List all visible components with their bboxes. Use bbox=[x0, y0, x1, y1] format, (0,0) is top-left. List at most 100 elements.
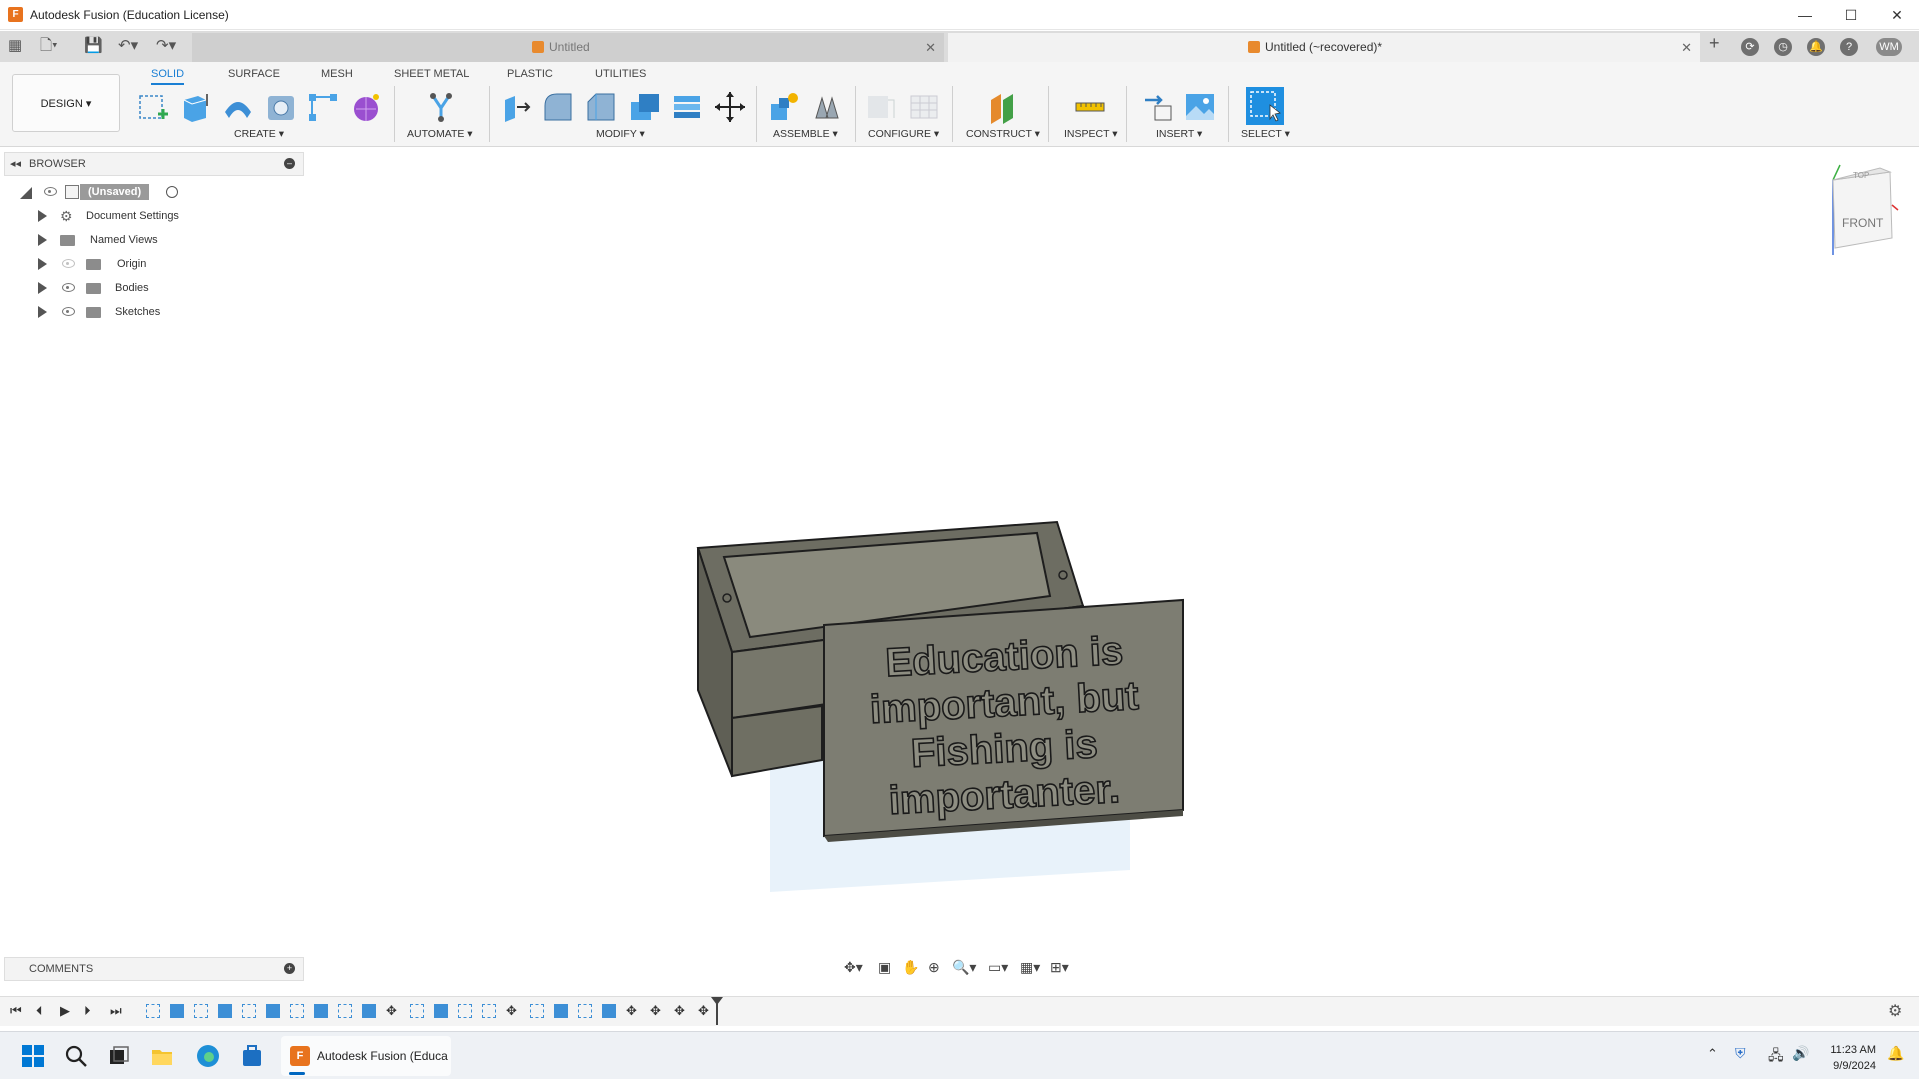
timeline-move-icon[interactable]: ✥ bbox=[386, 1004, 400, 1018]
minimize-button[interactable]: — bbox=[1785, 4, 1825, 26]
tab-utilities[interactable]: UTILITIES bbox=[595, 68, 646, 80]
pattern-icon[interactable] bbox=[306, 90, 340, 124]
comments-panel-header[interactable]: COMMENTS + bbox=[4, 957, 304, 981]
browser-item-origin[interactable]: Origin bbox=[38, 253, 198, 275]
job-status-icon[interactable]: ◷ bbox=[1774, 38, 1792, 56]
save-icon[interactable]: 💾 bbox=[84, 38, 103, 54]
redo-icon[interactable]: ↷▾ bbox=[156, 38, 176, 54]
select-group-menu[interactable]: SELECT ▾ bbox=[1241, 128, 1290, 140]
step-back-icon[interactable]: ⏴ bbox=[36, 1003, 43, 1019]
visibility-eye-icon[interactable] bbox=[62, 283, 75, 292]
orbit-icon[interactable]: ✥▾ bbox=[844, 959, 863, 976]
tab-mesh[interactable]: MESH bbox=[321, 68, 353, 80]
notifications-icon[interactable]: 🔔 bbox=[1807, 38, 1825, 56]
timeline-move-icon[interactable]: ✥ bbox=[698, 1004, 712, 1018]
app-grid-icon[interactable]: ▦ bbox=[8, 38, 22, 54]
taskbar-fusion-app[interactable]: F Autodesk Fusion (Educa bbox=[281, 1036, 451, 1076]
inspect-group-menu[interactable]: INSPECT ▾ bbox=[1064, 128, 1118, 140]
fit-icon[interactable]: 🔍▾ bbox=[952, 959, 976, 976]
timeline-extrude-icon[interactable] bbox=[554, 1004, 568, 1018]
select-icon[interactable] bbox=[1246, 87, 1284, 125]
joint-icon[interactable] bbox=[810, 90, 844, 124]
move-copy-icon[interactable] bbox=[713, 90, 747, 124]
undo-icon[interactable]: ↶▾ bbox=[118, 38, 138, 54]
new-component-icon[interactable] bbox=[767, 90, 801, 124]
assemble-group-menu[interactable]: ASSEMBLE ▾ bbox=[773, 128, 838, 140]
insert-group-menu[interactable]: INSERT ▾ bbox=[1156, 128, 1202, 140]
timeline-extrude-icon[interactable] bbox=[170, 1004, 184, 1018]
collapse-panel-icon[interactable]: ◂◂ bbox=[10, 157, 21, 170]
tab-untitled-close-icon[interactable]: ✕ bbox=[925, 33, 936, 62]
maximize-button[interactable]: ☐ bbox=[1831, 4, 1871, 26]
timeline-sketch-icon[interactable] bbox=[530, 1004, 544, 1018]
panel-pin-icon[interactable]: – bbox=[284, 158, 295, 169]
viewcube[interactable]: TOP FRONT bbox=[1820, 160, 1900, 260]
visibility-eye-icon[interactable] bbox=[44, 187, 57, 196]
automate-group-menu[interactable]: AUTOMATE ▾ bbox=[407, 128, 473, 140]
hidden-eye-icon[interactable] bbox=[62, 259, 75, 268]
tab-solid[interactable]: SOLID bbox=[151, 68, 185, 85]
revolve-icon[interactable] bbox=[221, 90, 255, 124]
timeline-extrude-icon[interactable] bbox=[602, 1004, 616, 1018]
timeline-settings-gear-icon[interactable]: ⚙ bbox=[1888, 1001, 1902, 1021]
timeline-sketch-icon[interactable] bbox=[410, 1004, 424, 1018]
security-shield-icon[interactable]: ⛨ bbox=[1735, 1045, 1746, 1062]
volume-icon[interactable]: 🔊 bbox=[1792, 1045, 1809, 1062]
timeline-extrude-icon[interactable] bbox=[218, 1004, 232, 1018]
timeline-move-icon[interactable]: ✥ bbox=[674, 1004, 688, 1018]
configure-icon[interactable] bbox=[864, 90, 898, 124]
store-icon[interactable] bbox=[240, 1044, 264, 1068]
user-avatar[interactable]: WM bbox=[1876, 38, 1902, 56]
timeline-sketch-icon[interactable] bbox=[338, 1004, 352, 1018]
timeline-move-icon[interactable]: ✥ bbox=[506, 1004, 520, 1018]
activate-radio-icon[interactable] bbox=[166, 186, 178, 198]
timeline-extrude-icon[interactable] bbox=[314, 1004, 328, 1018]
timeline-sketch-icon[interactable] bbox=[578, 1004, 592, 1018]
visibility-eye-icon[interactable] bbox=[62, 307, 75, 316]
pan-icon[interactable]: ✋ bbox=[902, 959, 919, 976]
browser-panel-header[interactable]: ◂◂ BROWSER – bbox=[4, 152, 304, 176]
tab-recovered-close-icon[interactable]: ✕ bbox=[1681, 33, 1692, 62]
extrude-icon[interactable] bbox=[178, 90, 212, 124]
taskbar-clock-time[interactable]: 11:23 AM bbox=[1808, 1044, 1876, 1056]
display-settings-icon[interactable]: ▭▾ bbox=[988, 959, 1008, 976]
notification-bell-icon[interactable]: 🔔 bbox=[1887, 1045, 1904, 1062]
browser-item-document-settings[interactable]: ⚙ Document Settings bbox=[38, 205, 198, 227]
look-at-icon[interactable]: ▣ bbox=[878, 959, 891, 976]
chamfer-icon[interactable] bbox=[584, 90, 618, 124]
modify-group-menu[interactable]: MODIFY ▾ bbox=[596, 128, 645, 140]
timeline-move-icon[interactable]: ✥ bbox=[626, 1004, 640, 1018]
tab-sheet-metal[interactable]: SHEET METAL bbox=[394, 68, 469, 80]
file-menu-icon[interactable]: 🗋▾ bbox=[40, 38, 58, 54]
timeline-sketch-icon[interactable] bbox=[458, 1004, 472, 1018]
add-comment-icon[interactable]: + bbox=[284, 963, 295, 974]
edge-browser-icon[interactable] bbox=[196, 1044, 220, 1068]
press-pull-icon[interactable] bbox=[499, 90, 533, 124]
tab-untitled-recovered[interactable]: Untitled (~recovered)* ✕ bbox=[948, 33, 1700, 62]
expand-triangle-icon[interactable] bbox=[38, 258, 55, 270]
create-group-menu[interactable]: CREATE ▾ bbox=[234, 128, 284, 140]
combine-icon[interactable] bbox=[670, 90, 704, 124]
insert-derive-icon[interactable] bbox=[1141, 90, 1175, 124]
create-sketch-icon[interactable] bbox=[136, 90, 170, 124]
expand-triangle-icon[interactable] bbox=[38, 234, 55, 246]
browser-root-item[interactable]: (Unsaved) bbox=[18, 181, 198, 203]
timeline-sketch-icon[interactable] bbox=[242, 1004, 256, 1018]
timeline-sketch-icon[interactable] bbox=[146, 1004, 160, 1018]
new-tab-button[interactable]: + bbox=[1709, 34, 1720, 52]
go-to-end-icon[interactable]: ⏭ bbox=[110, 1003, 122, 1019]
expanded-triangle-icon[interactable] bbox=[20, 187, 32, 199]
configuration-table-icon[interactable] bbox=[907, 90, 941, 124]
expand-triangle-icon[interactable] bbox=[38, 306, 55, 318]
form-icon[interactable] bbox=[349, 90, 383, 124]
browser-item-named-views[interactable]: Named Views bbox=[38, 229, 198, 251]
close-window-button[interactable]: ✕ bbox=[1877, 4, 1917, 26]
grid-settings-icon[interactable]: ▦▾ bbox=[1020, 959, 1040, 976]
timeline-sketch-icon[interactable] bbox=[482, 1004, 496, 1018]
timeline-extrude-icon[interactable] bbox=[434, 1004, 448, 1018]
timeline-move-icon[interactable]: ✥ bbox=[650, 1004, 664, 1018]
automate-icon[interactable] bbox=[424, 90, 458, 124]
zoom-icon[interactable]: ⊕ bbox=[928, 959, 940, 976]
timeline-sketch-icon[interactable] bbox=[290, 1004, 304, 1018]
expand-triangle-icon[interactable] bbox=[38, 210, 55, 222]
